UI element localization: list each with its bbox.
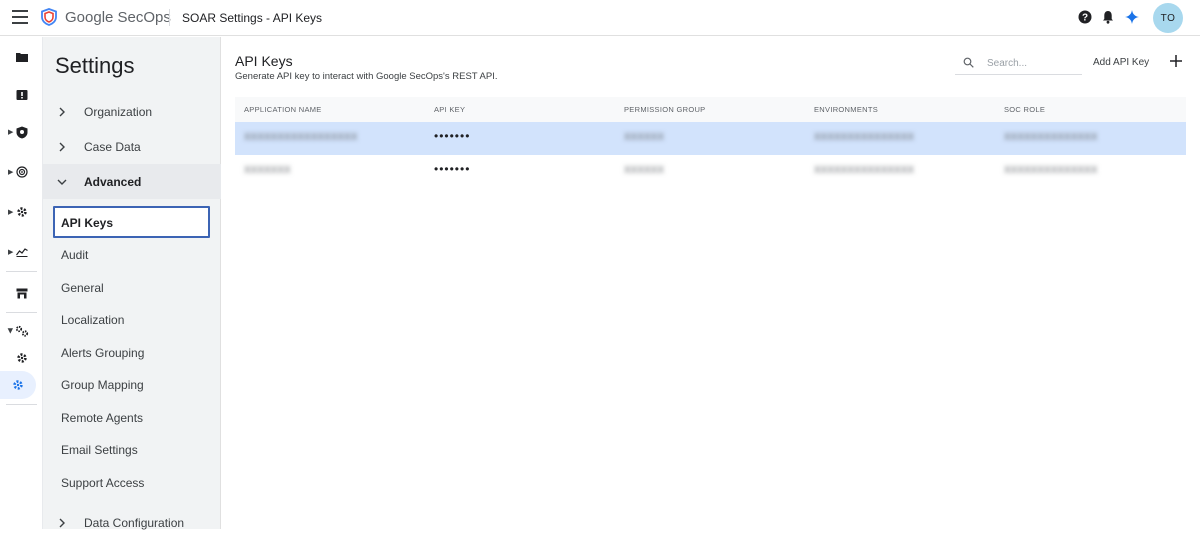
analytics-chart-icon xyxy=(15,248,28,257)
gear-icon xyxy=(16,353,27,363)
settings-item-localization[interactable]: Localization xyxy=(61,313,124,327)
settings-group-case-data[interactable]: Case Data xyxy=(43,129,221,164)
settings-title: Settings xyxy=(55,53,135,78)
settings-group-advanced[interactable]: Advanced xyxy=(43,164,221,199)
settings-item-audit[interactable]: Audit xyxy=(61,248,88,262)
redacted-text: XXXXXXXXXXXXXX xyxy=(1004,165,1098,176)
column-header-permission-group[interactable]: PERMISSION GROUP xyxy=(624,105,705,114)
table-header: APPLICATION NAME API KEY PERMISSION GROU… xyxy=(235,97,1186,122)
settings-group-label: Advanced xyxy=(84,174,142,189)
chevron-down-icon xyxy=(57,179,67,185)
expand-caret-icon: ▶ xyxy=(8,249,14,256)
section-description: Generate API key to interact with Google… xyxy=(235,71,498,82)
rail-dashboards[interactable]: ▶ xyxy=(0,238,43,266)
add-api-key-label[interactable]: Add API Key xyxy=(1093,57,1149,68)
column-header-environments[interactable]: ENVIRONMENTS xyxy=(814,105,878,114)
redacted-text: XXXXXX xyxy=(624,165,665,176)
redacted-text: XXXXXXX xyxy=(244,165,291,176)
menu-icon[interactable] xyxy=(12,10,28,24)
notifications-bell-icon[interactable] xyxy=(1100,9,1116,25)
inbox-alert-icon xyxy=(16,90,27,100)
rail-divider xyxy=(6,312,37,313)
settings-group-label: Organization xyxy=(84,104,153,119)
search-field[interactable] xyxy=(955,51,1082,75)
rail-settings-group[interactable]: ▶ xyxy=(0,317,43,345)
settings-group-organization[interactable]: Organization xyxy=(43,94,221,129)
cell-api-key: ••••••• xyxy=(434,129,471,143)
cell-permission-group: XXXXXX xyxy=(624,165,664,176)
chevron-right-icon xyxy=(59,518,65,527)
redacted-text: XXXXXX xyxy=(624,132,665,143)
page-title: SOAR Settings - API Keys xyxy=(182,11,323,25)
folder-icon xyxy=(15,53,28,62)
store-icon xyxy=(16,288,27,298)
gear-icon xyxy=(16,207,27,217)
section-title: API Keys xyxy=(235,53,293,69)
redacted-text: XXXXXXXXXXXXXX xyxy=(1004,132,1098,143)
settings-item-group-mapping[interactable]: Group Mapping xyxy=(61,378,144,392)
settings-item-api-keys[interactable]: API Keys xyxy=(53,206,210,238)
brand-name: Google SecOps xyxy=(65,9,171,26)
redacted-text: XXXXXXXXXXXXXXX xyxy=(814,165,915,176)
gemini-sparkle-icon[interactable] xyxy=(1124,9,1140,25)
settings-gears-icon xyxy=(15,325,28,337)
cell-application-name: XXXXXXXXXXXXXXXXX xyxy=(244,132,357,143)
help-icon[interactable]: ? xyxy=(1077,9,1093,25)
rail-detection[interactable]: ▶ xyxy=(0,118,43,146)
rail-cases-folder[interactable] xyxy=(0,43,43,71)
settings-item-general[interactable]: General xyxy=(61,281,104,295)
chevron-right-icon xyxy=(59,107,65,116)
settings-item-support-access[interactable]: Support Access xyxy=(61,476,144,490)
search-input[interactable] xyxy=(987,55,1077,71)
add-icon[interactable] xyxy=(1166,51,1186,71)
settings-group-data-configuration[interactable]: Data Configuration xyxy=(43,505,221,540)
expand-caret-icon: ▶ xyxy=(8,169,14,176)
cell-environments: XXXXXXXXXXXXXXX xyxy=(814,132,914,143)
api-keys-table: APPLICATION NAME API KEY PERMISSION GROU… xyxy=(235,97,1186,188)
settings-panel: Settings Organization Case Data Advanced… xyxy=(43,37,221,530)
chevron-right-icon xyxy=(59,142,65,151)
collapse-caret-icon: ▶ xyxy=(6,328,14,334)
settings-item-label: API Keys xyxy=(61,216,114,230)
top-bar: Google SecOps SOAR Settings - API Keys ?… xyxy=(0,0,1200,36)
gear-icon xyxy=(13,380,23,390)
rail-divider xyxy=(6,271,37,272)
redacted-text: XXXXXXXXXXXXXXX xyxy=(814,132,915,143)
settings-item-email-settings[interactable]: Email Settings xyxy=(61,443,138,457)
rail-alerts[interactable] xyxy=(0,81,43,109)
column-header-application-name[interactable]: APPLICATION NAME xyxy=(244,105,322,114)
svg-text:?: ? xyxy=(1082,13,1088,24)
rail-marketplace[interactable] xyxy=(0,279,43,307)
column-header-api-key[interactable]: API KEY xyxy=(434,105,465,114)
cell-permission-group: XXXXXX xyxy=(624,132,664,143)
rail-settings-active[interactable] xyxy=(0,371,36,399)
cell-environments: XXXXXXXXXXXXXXX xyxy=(814,165,914,176)
search-icon xyxy=(963,57,974,68)
navigation-rail: ▶ ▶ ▶ ▶ ▶ xyxy=(0,37,43,529)
settings-item-remote-agents[interactable]: Remote Agents xyxy=(61,411,143,425)
user-avatar[interactable]: TO xyxy=(1153,3,1183,33)
redacted-text: XXXXXXXXXXXXXXXXX xyxy=(244,132,358,143)
settings-item-alerts-grouping[interactable]: Alerts Grouping xyxy=(61,346,144,360)
cell-api-key: ••••••• xyxy=(434,162,471,176)
expand-caret-icon: ▶ xyxy=(8,129,14,136)
column-header-soc-role[interactable]: SOC ROLE xyxy=(1004,105,1045,114)
settings-group-label: Case Data xyxy=(84,139,141,154)
cell-soc-role: XXXXXXXXXXXXXX xyxy=(1004,165,1097,176)
rail-settings-soar[interactable] xyxy=(0,344,43,372)
table-row[interactable]: XXXXXXX ••••••• XXXXXX XXXXXXXXXXXXXXX X… xyxy=(235,155,1186,188)
cell-soc-role: XXXXXXXXXXXXXX xyxy=(1004,132,1097,143)
header-divider xyxy=(169,9,170,26)
radar-icon xyxy=(15,166,28,178)
rail-divider xyxy=(6,404,37,405)
rail-response[interactable]: ▶ xyxy=(0,198,43,226)
settings-group-label: Data Configuration xyxy=(84,515,185,530)
main-content: API Keys Generate API key to interact wi… xyxy=(221,37,1200,529)
rail-investigation[interactable]: ▶ xyxy=(0,158,43,186)
cell-application-name: XXXXXXX xyxy=(244,165,291,176)
table-row[interactable]: XXXXXXXXXXXXXXXXX ••••••• XXXXXX XXXXXXX… xyxy=(235,122,1186,155)
secops-logo-icon xyxy=(41,8,57,26)
shield-icon xyxy=(16,126,27,138)
expand-caret-icon: ▶ xyxy=(8,209,14,216)
